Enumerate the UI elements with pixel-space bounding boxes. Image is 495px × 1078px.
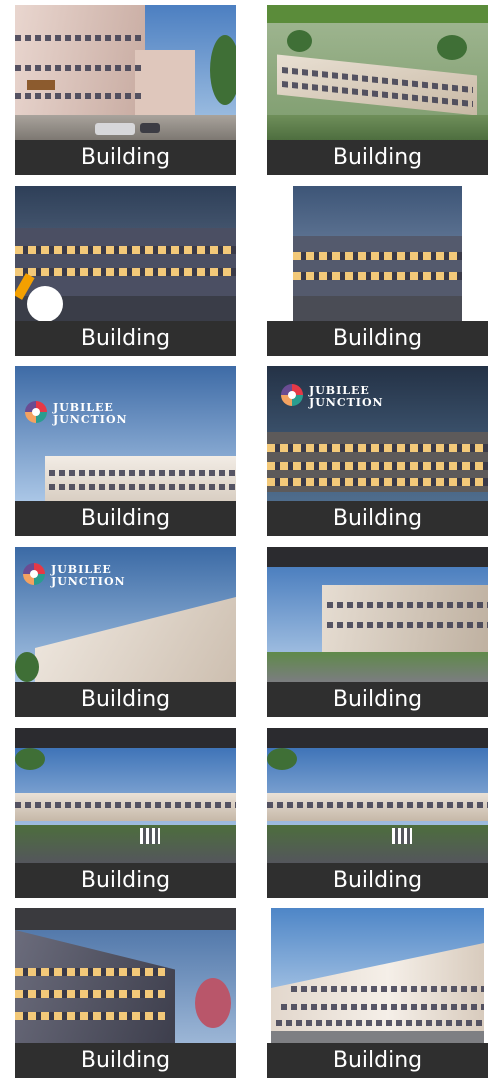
gallery-tile-11[interactable]: Building <box>15 908 236 1078</box>
building-photo <box>15 5 236 140</box>
gallery-tile-4[interactable]: Building <box>267 186 488 356</box>
logo-line-2: JUNCTION <box>51 575 126 588</box>
building-photo <box>15 186 236 321</box>
tile-caption: Building <box>15 501 236 536</box>
building-photo <box>267 728 488 863</box>
tile-caption: Building <box>267 863 488 898</box>
jubilee-logo-badge <box>27 286 63 321</box>
tile-caption: Building <box>267 321 488 356</box>
building-photo <box>15 728 236 863</box>
jubilee-junction-logo: JUBILEE JUNCTION <box>281 384 441 410</box>
tile-caption: Building <box>15 140 236 175</box>
tile-caption: Building <box>267 682 488 717</box>
jubilee-junction-logo: JUBILEE JUNCTION <box>23 563 183 589</box>
tile-caption: Building <box>267 140 488 175</box>
gallery-tile-8[interactable]: Building <box>267 547 488 717</box>
gallery-tile-7[interactable]: JUBILEE JUNCTION Building <box>15 547 236 717</box>
building-photo <box>267 547 488 682</box>
gallery-tile-3[interactable]: Building <box>15 186 236 356</box>
tile-caption: Building <box>15 682 236 717</box>
gallery-tile-2[interactable]: Building <box>267 5 488 175</box>
building-photo: JUBILEE JUNCTION <box>15 547 236 682</box>
building-photo <box>267 5 488 140</box>
building-photo: JUBILEE JUNCTION <box>267 366 488 501</box>
gallery-tile-9[interactable]: Building <box>15 728 236 898</box>
gallery-tile-10[interactable]: Building <box>267 728 488 898</box>
logo-line-2: JUNCTION <box>53 413 128 426</box>
tile-caption: Building <box>15 863 236 898</box>
gallery-tile-12[interactable]: Building <box>267 908 488 1078</box>
tile-caption: Building <box>267 501 488 536</box>
building-photo <box>271 908 484 1043</box>
tile-caption: Building <box>15 321 236 356</box>
building-photo <box>15 908 236 1043</box>
gallery-tile-5[interactable]: JUBILEE JUNCTION Building <box>15 366 236 536</box>
building-photo: JUBILEE JUNCTION <box>15 366 236 501</box>
building-photo <box>293 186 462 321</box>
jubilee-junction-logo: JUBILEE JUNCTION <box>25 401 185 427</box>
logo-line-2: JUNCTION <box>309 396 384 409</box>
gallery-tile-6[interactable]: JUBILEE JUNCTION Building <box>267 366 488 536</box>
gallery-tile-1[interactable]: Building <box>15 5 236 175</box>
